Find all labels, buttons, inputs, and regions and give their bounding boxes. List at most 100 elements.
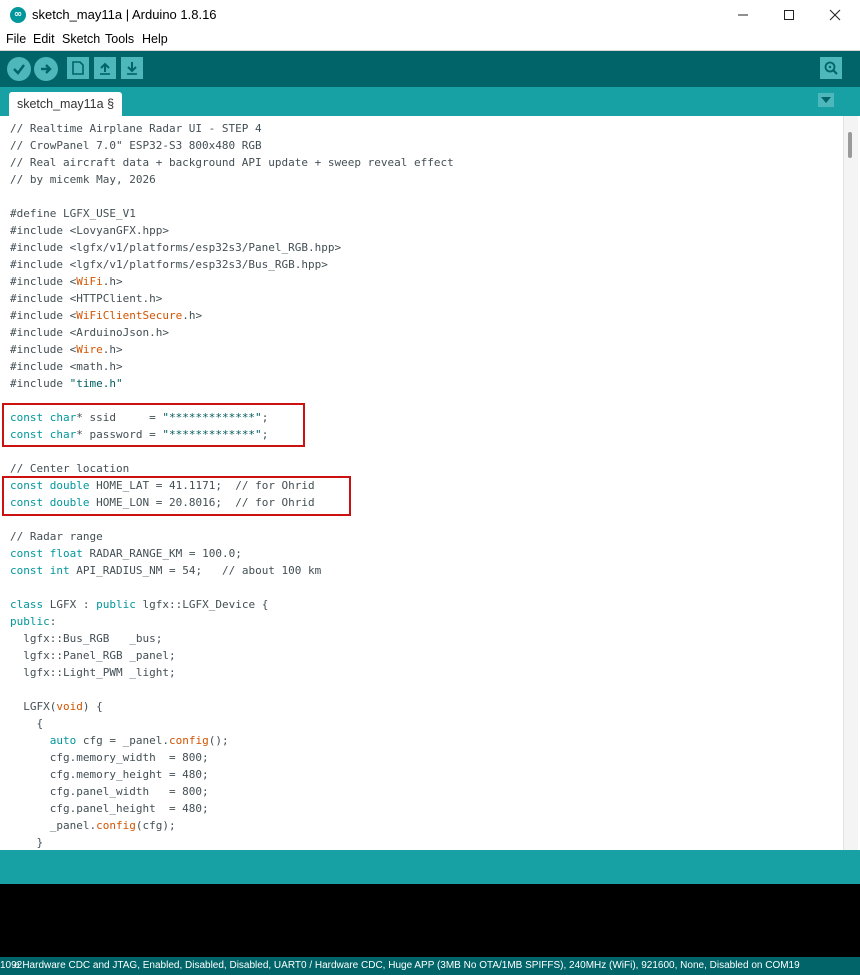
code-token: _panel. — [10, 819, 97, 832]
menu-edit[interactable]: Edit — [33, 32, 55, 46]
menu-sketch[interactable]: Sketch — [62, 32, 100, 46]
code-line: auto cfg = _panel.config(); — [10, 732, 229, 749]
code-token: WiFi — [76, 275, 103, 288]
tab-menu-arrow-icon[interactable] — [818, 93, 834, 107]
new-icon[interactable] — [67, 57, 89, 79]
code-token: lgfx::LGFX_Device { — [135, 598, 269, 611]
open-icon[interactable] — [94, 57, 116, 79]
code-token: lgfx::Panel_RGB _panel; — [10, 649, 176, 662]
console-output — [0, 884, 860, 957]
code-line: // CrowPanel 7.0" ESP32-S3 800x480 RGB — [10, 137, 262, 154]
code-line: const int API_RADIUS_NM = 54; // about 1… — [10, 562, 321, 579]
code-token: : — [49, 615, 57, 628]
code-token: // Radar range — [10, 530, 103, 543]
code-line: public: — [10, 613, 56, 630]
status-bar — [0, 850, 860, 884]
code-token: ) { — [82, 700, 103, 713]
board-info: e Hardware CDC and JTAG, Enabled, Disabl… — [14, 960, 800, 971]
code-line: // Realtime Airplane Radar UI - STEP 4 — [10, 120, 262, 137]
code-line: #include "time.h" — [10, 375, 123, 392]
editor-scrollbar[interactable] — [843, 116, 858, 850]
menu-tools[interactable]: Tools — [105, 32, 134, 46]
code-token: public — [96, 598, 136, 611]
code-token: // Realtime Airplane Radar UI - STEP 4 — [10, 122, 262, 135]
code-line: #include <Wire.h> — [10, 341, 123, 358]
code-token: { — [10, 717, 44, 730]
code-token: Wire — [76, 343, 103, 356]
serial-monitor-icon[interactable] — [820, 57, 842, 79]
code-token: int — [49, 564, 70, 577]
code-token: (cfg); — [135, 819, 176, 832]
verify-icon[interactable] — [7, 57, 31, 81]
minimize-icon[interactable] — [720, 0, 766, 30]
title-bar: ∞ sketch_may11a | Arduino 1.8.16 — [0, 0, 860, 30]
code-token: "time.h" — [69, 377, 123, 390]
code-line: // Radar range — [10, 528, 103, 545]
tab-bar: sketch_may11a § — [0, 87, 860, 116]
code-token: #include <lgfx/v1/platforms/esp32s3/Pane… — [10, 241, 342, 254]
code-token: #define LGFX_USE_V1 — [10, 207, 136, 220]
code-line: class LGFX : public lgfx::LGFX_Device { — [10, 596, 268, 613]
code-token: class — [10, 598, 44, 611]
code-token: cfg.panel_height = 480; — [10, 802, 209, 815]
code-token: cfg.memory_width = 800; — [10, 751, 209, 764]
scrollbar-thumb[interactable] — [848, 132, 852, 158]
code-line: #include <WiFi.h> — [10, 273, 123, 290]
code-token: #include <math.h> — [10, 360, 123, 373]
upload-icon[interactable] — [34, 57, 58, 81]
code-token: // CrowPanel 7.0" ESP32-S3 800x480 RGB — [10, 139, 262, 152]
code-line: lgfx::Bus_RGB _bus; — [10, 630, 162, 647]
code-token: #include < — [10, 309, 77, 322]
code-token: lgfx::Bus_RGB _bus; — [10, 632, 163, 645]
code-token: } — [10, 836, 44, 849]
code-token: cfg.panel_width = 800; — [10, 785, 209, 798]
code-token: const — [10, 547, 44, 560]
code-line: cfg.memory_height = 480; — [10, 766, 209, 783]
code-token: #include <LovyanGFX.hpp> — [10, 224, 169, 237]
code-line: cfg.panel_width = 800; — [10, 783, 209, 800]
code-token: .h> — [182, 309, 203, 322]
code-token: #include <HTTPClient.h> — [10, 292, 163, 305]
code-token: #include — [10, 377, 70, 390]
code-token: LGFX( — [10, 700, 57, 713]
code-line: #include <math.h> — [10, 358, 123, 375]
code-token: #include < — [10, 275, 77, 288]
code-token: auto — [49, 734, 77, 747]
code-token: lgfx::Light_PWM _light; — [10, 666, 176, 679]
code-token: float — [49, 547, 83, 560]
code-token: config — [96, 819, 136, 832]
code-line: lgfx::Light_PWM _light; — [10, 664, 176, 681]
code-token: #include < — [10, 343, 77, 356]
code-token: public — [10, 615, 50, 628]
menu-bar: File Edit Sketch Tools Help — [0, 30, 860, 51]
code-line: #include <LovyanGFX.hpp> — [10, 222, 169, 239]
save-icon[interactable] — [121, 57, 143, 79]
close-icon[interactable] — [812, 0, 858, 30]
code-line: const float RADAR_RANGE_KM = 100.0; — [10, 545, 242, 562]
code-token: (); — [208, 734, 229, 747]
code-token: cfg.memory_height = 480; — [10, 768, 209, 781]
highlight-credentials-box — [2, 403, 305, 447]
code-line: lgfx::Panel_RGB _panel; — [10, 647, 176, 664]
code-token: API_RADIUS_NM = 54; — [69, 564, 222, 577]
code-line: { — [10, 715, 43, 732]
tab-sketch[interactable]: sketch_may11a § — [9, 92, 122, 116]
code-token: // by micemk May, 2026 — [10, 173, 156, 186]
menu-file[interactable]: File — [6, 32, 26, 46]
code-token: void — [56, 700, 83, 713]
code-line: // Real aircraft data + background API u… — [10, 154, 454, 171]
code-line: cfg.memory_width = 800; — [10, 749, 209, 766]
code-line: #include <lgfx/v1/platforms/esp32s3/Pane… — [10, 239, 341, 256]
code-line: #include <lgfx/v1/platforms/esp32s3/Bus_… — [10, 256, 328, 273]
code-token: #include <lgfx/v1/platforms/esp32s3/Bus_… — [10, 258, 328, 271]
code-line: cfg.panel_height = 480; — [10, 800, 209, 817]
maximize-icon[interactable] — [766, 0, 812, 30]
window-title: sketch_may11a | Arduino 1.8.16 — [32, 7, 217, 22]
code-token: // Real aircraft data + background API u… — [10, 156, 454, 169]
code-token: config — [168, 734, 209, 747]
menu-help[interactable]: Help — [142, 32, 168, 46]
code-token: LGFX : — [43, 598, 97, 611]
code-token: .h> — [102, 343, 123, 356]
